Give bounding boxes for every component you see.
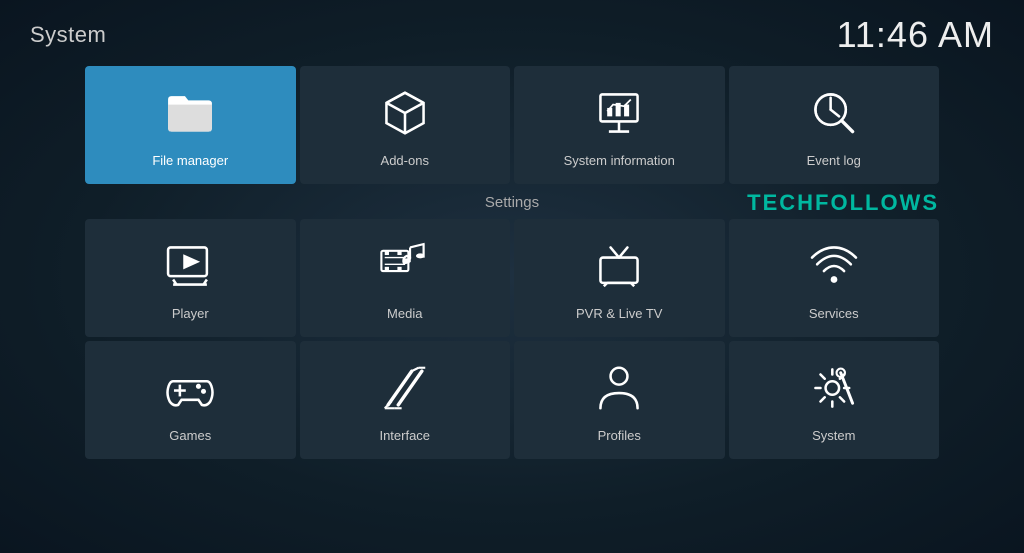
tile-file-manager[interactable]: File manager [85,66,296,184]
games-icon [163,361,217,415]
tile-player[interactable]: Player [85,219,296,337]
tile-system-information[interactable]: System information [514,66,725,184]
system-information-icon-container [592,83,646,143]
event-log-icon [807,86,861,140]
pvr-icon [592,239,646,293]
tile-add-ons[interactable]: Add-ons [300,66,511,184]
file-manager-label: File manager [152,153,228,169]
add-ons-icon-container [378,83,432,143]
pvr-label: PVR & Live TV [576,306,662,322]
settings-grid: Player [0,219,1024,459]
system-information-label: System information [564,153,675,169]
games-icon-container [163,358,217,418]
tile-services[interactable]: Services [729,219,940,337]
system-icon-container [807,358,861,418]
add-ons-label: Add-ons [381,153,429,169]
services-icon-container [807,236,861,296]
tile-profiles[interactable]: Profiles [514,341,725,459]
media-label: Media [387,306,422,322]
pvr-icon-container [592,236,646,296]
system-icon [807,361,861,415]
settings-row-1: Player [85,219,939,337]
media-icon [378,239,432,293]
tile-interface[interactable]: Interface [300,341,511,459]
player-label: Player [172,306,209,322]
services-label: Services [809,306,859,322]
interface-icon-container [378,358,432,418]
techfollows-watermark: TECHFOLLOWS [747,190,939,216]
tile-pvr-live-tv[interactable]: PVR & Live TV [514,219,725,337]
file-manager-icon-container [163,83,217,143]
games-label: Games [169,428,211,444]
profiles-icon-container [592,358,646,418]
tile-media[interactable]: Media [300,219,511,337]
profiles-icon [592,361,646,415]
tile-system[interactable]: System [729,341,940,459]
media-icon-container [378,236,432,296]
clock: 11:46 AM [837,14,994,56]
addons-icon [378,86,432,140]
interface-label: Interface [379,428,430,444]
settings-row-2: Games Interface [85,341,939,459]
app-title: System [30,22,106,48]
top-tiles-row: File manager Add-ons [0,66,1024,184]
header: System 11:46 AM [0,0,1024,66]
event-log-icon-container [807,83,861,143]
folder-icon [163,86,217,140]
tile-event-log[interactable]: Event log [729,66,940,184]
interface-icon [378,361,432,415]
services-icon [807,239,861,293]
settings-section-header: Settings TECHFOLLOWS [0,190,1024,215]
profiles-label: Profiles [598,428,641,444]
system-info-icon [592,86,646,140]
player-icon [163,239,217,293]
event-log-label: Event log [807,153,861,169]
system-label: System [812,428,855,444]
tile-games[interactable]: Games [85,341,296,459]
player-icon-container [163,236,217,296]
